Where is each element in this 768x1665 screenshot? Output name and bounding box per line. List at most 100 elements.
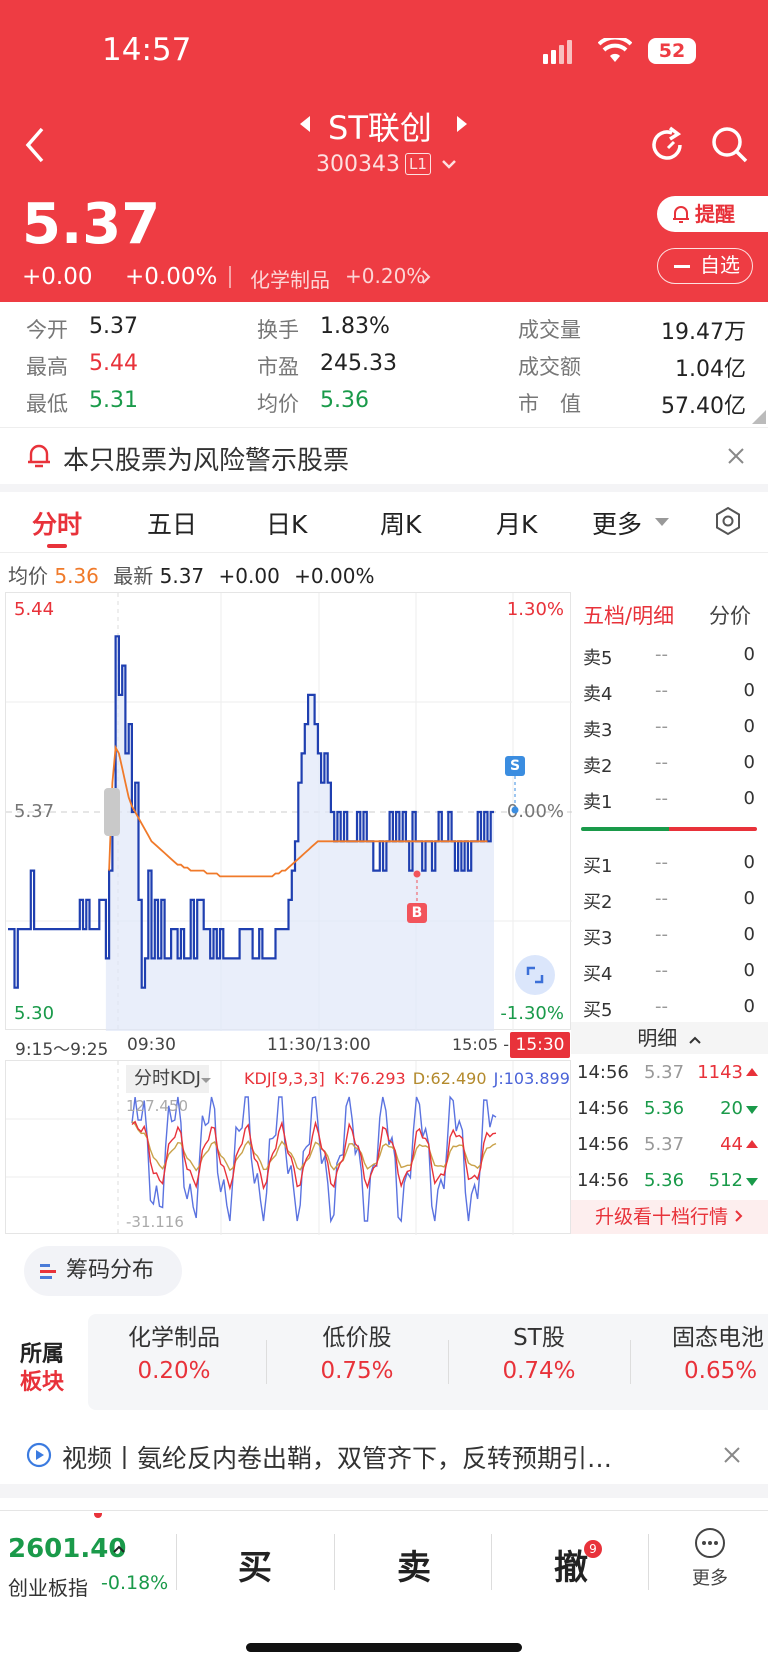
stat-value: 5.31 <box>89 388 138 413</box>
ob-vol: 0 <box>743 680 755 701</box>
tab-orderbook[interactable]: 五档/明细 <box>583 600 674 630</box>
search-icon[interactable] <box>710 125 750 169</box>
cancel-order-button[interactable]: 撤 <box>554 1540 588 1589</box>
wifi-icon <box>597 35 633 68</box>
info-change-pct: +0.00% <box>294 564 375 588</box>
chevron-right-icon <box>735 1210 743 1222</box>
expand-corner-icon[interactable] <box>752 410 766 424</box>
stock-title[interactable]: ST联创 <box>328 103 432 149</box>
sector-name[interactable]: 化学制品 <box>250 264 330 293</box>
dropdown-icon[interactable] <box>655 518 669 526</box>
bid-row: 买5 -- 0 <box>583 996 763 1022</box>
buy-button[interactable]: 买 <box>238 1540 272 1589</box>
bell-icon <box>673 206 689 223</box>
kdj-panel[interactable]: 分时KDJ KDJ[9,3,3] K:76.293 D:62.490 J:103… <box>5 1060 572 1235</box>
bid-row: 买4 -- 0 <box>583 960 763 986</box>
sector-item-name: 化学制品 <box>128 1325 220 1351</box>
marker-connectors <box>413 776 519 903</box>
tab-fenshi[interactable]: 分时 <box>32 505 82 541</box>
stat-label: 最高 <box>26 355 68 379</box>
ob-label: 卖2 <box>583 756 613 777</box>
risk-warning-banner[interactable]: 本只股票为风险警示股票 <box>0 428 768 484</box>
more-button[interactable]: 更多 <box>680 1526 740 1596</box>
kdj-top-label: 127.450 <box>126 1097 189 1115</box>
ob-price: -- <box>655 888 668 909</box>
ob-label: 买4 <box>583 964 613 985</box>
ask-row: 卖3 -- 0 <box>583 716 763 742</box>
close-icon[interactable] <box>722 1445 742 1469</box>
bid-row: 买1 -- 0 <box>583 852 763 878</box>
news-banner[interactable]: 视频丨氨纶反内卷出鞘，双管齐下，反转预期引… <box>0 1424 768 1484</box>
ob-price: -- <box>655 680 668 701</box>
ob-label: 卖5 <box>583 648 613 669</box>
tab-price-dist[interactable]: 分价 <box>709 600 751 630</box>
cancel-badge: 9 <box>584 1540 602 1558</box>
kdj-title: 分时KDJ <box>134 1068 201 1089</box>
ob-label: 买1 <box>583 856 613 877</box>
buy-sell-ratio-bar <box>581 827 757 831</box>
kdj-bottom-label: -31.116 <box>126 1213 184 1231</box>
ob-price: -- <box>655 852 668 873</box>
watchlist-label: 自选 <box>700 253 740 277</box>
ob-price: -- <box>655 924 668 945</box>
detail-label: 明细 <box>637 1026 678 1050</box>
close-icon[interactable] <box>726 446 746 470</box>
settings-icon[interactable] <box>713 506 743 540</box>
battery-level: 52 <box>658 40 686 62</box>
sell-button[interactable]: 卖 <box>397 1540 431 1589</box>
sector-item[interactable]: 固态电池 0.65% <box>640 1318 768 1384</box>
refresh-icon[interactable] <box>648 125 688 169</box>
sector-title-line2: 板块 <box>20 1370 65 1395</box>
section-gap <box>0 1484 768 1498</box>
kdj-k-line <box>131 1120 497 1191</box>
intraday-chart[interactable]: 5.44 5.37 5.30 1.30% 0.00% -1.30% S B <box>5 592 572 1031</box>
index-name: 创业板指 <box>8 1576 88 1600</box>
status-time: 14:57 <box>102 32 192 68</box>
stat-value: 245.33 <box>320 351 397 376</box>
sector-item[interactable]: 化学制品 0.20% <box>89 1318 259 1384</box>
remind-button[interactable]: 提醒 <box>657 196 768 232</box>
bid-row: 买3 -- 0 <box>583 924 763 950</box>
price-info-line: 均价 5.36 最新 5.37 +0.00 +0.00% <box>8 560 374 589</box>
tab-more[interactable]: 更多 <box>592 505 642 541</box>
stat-value: 57.40亿 <box>661 394 746 419</box>
prev-stock-icon[interactable] <box>298 114 312 138</box>
tab-monthly-k[interactable]: 月K <box>496 505 537 541</box>
chevron-right-icon[interactable] <box>420 268 432 290</box>
sector-item[interactable]: ST股 0.74% <box>454 1318 624 1384</box>
x-label: 9:15～9:25 <box>15 1040 109 1060</box>
stock-header: 14:57 52 ST联创 300343 L1 5.37 +0.00 +0.00… <box>0 0 768 302</box>
sector-change[interactable]: +0.20% <box>345 264 425 288</box>
tab-5day[interactable]: 五日 <box>147 505 197 541</box>
upgrade-level10-link[interactable]: 升级看十档行情 <box>571 1200 768 1234</box>
detail-header[interactable]: 明细 <box>571 1022 768 1054</box>
notch-dot <box>94 1513 102 1518</box>
watchlist-button[interactable]: 自选 <box>657 248 753 284</box>
level-badge[interactable]: L1 <box>405 153 431 175</box>
stat-label: 成交额 <box>518 355 581 379</box>
ob-vol: 0 <box>743 888 755 909</box>
more-dots-icon <box>695 1528 725 1558</box>
tick-vol: 44 <box>720 1134 743 1155</box>
more-label: 更多 <box>692 1568 728 1589</box>
chevron-up-icon <box>688 1036 701 1044</box>
next-stock-icon[interactable] <box>455 114 469 138</box>
price-change-pct: +0.00% <box>125 264 218 290</box>
fullscreen-icon[interactable] <box>515 955 555 995</box>
tab-daily-k[interactable]: 日K <box>266 505 307 541</box>
dropdown-icon <box>200 1078 211 1083</box>
tab-weekly-k[interactable]: 周K <box>380 505 421 541</box>
sector-item-change: 0.65% <box>684 1358 758 1384</box>
chip-distribution-button[interactable]: 筹码分布 <box>24 1246 182 1296</box>
avg-value: 5.36 <box>54 564 99 588</box>
kdj-selector[interactable]: 分时KDJ <box>126 1065 211 1093</box>
down-arrow-icon <box>746 1106 758 1114</box>
index-ticker[interactable]: 2601.40 创业板指 -0.18% <box>0 1530 176 1600</box>
tick-time: 14:56 <box>577 1098 629 1119</box>
signal-icon <box>543 40 573 68</box>
ob-vol: 0 <box>743 752 755 773</box>
back-icon[interactable] <box>22 125 48 169</box>
chevron-down-icon[interactable] <box>440 156 458 175</box>
sector-item[interactable]: 低价股 0.75% <box>272 1318 442 1384</box>
ob-label: 买2 <box>583 892 613 913</box>
